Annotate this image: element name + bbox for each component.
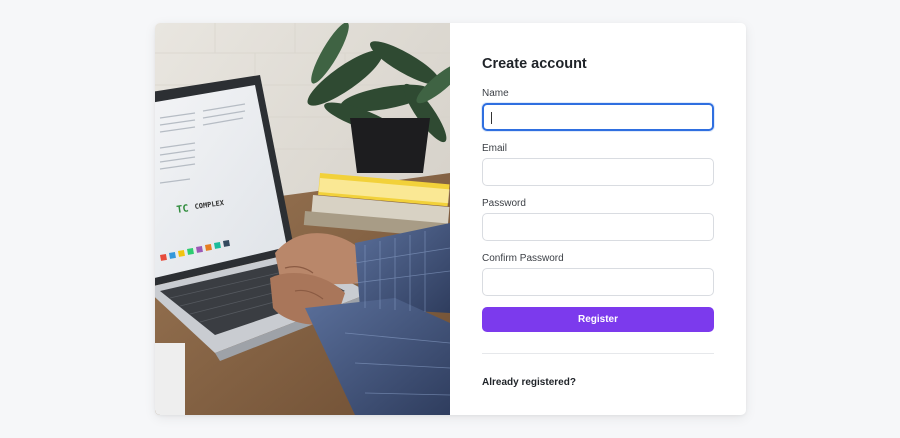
already-registered-link[interactable]: Already registered? [482,377,576,388]
text-caret [491,112,492,124]
password-input[interactable] [482,213,714,241]
name-field-group: Name [482,87,714,131]
form-title: Create account [482,56,587,72]
hero-photo: TC COMPLEX [155,23,450,415]
email-field-group: Email [482,142,714,186]
register-button[interactable]: Register [482,307,714,332]
screen-logo-text: TC [176,203,189,216]
confirm-password-input[interactable] [482,268,714,296]
register-form: Create account Name Email Password Confi… [482,55,714,390]
register-card: TC COMPLEX Create account Name Email Pas… [155,23,746,415]
confirm-password-field-group: Confirm Password [482,252,714,296]
name-input[interactable] [482,103,714,131]
divider [482,353,714,354]
password-label: Password [482,198,526,209]
email-input[interactable] [482,158,714,186]
confirm-password-label: Confirm Password [482,253,564,264]
password-field-group: Password [482,197,714,241]
name-label: Name [482,88,509,99]
email-label: Email [482,143,508,154]
